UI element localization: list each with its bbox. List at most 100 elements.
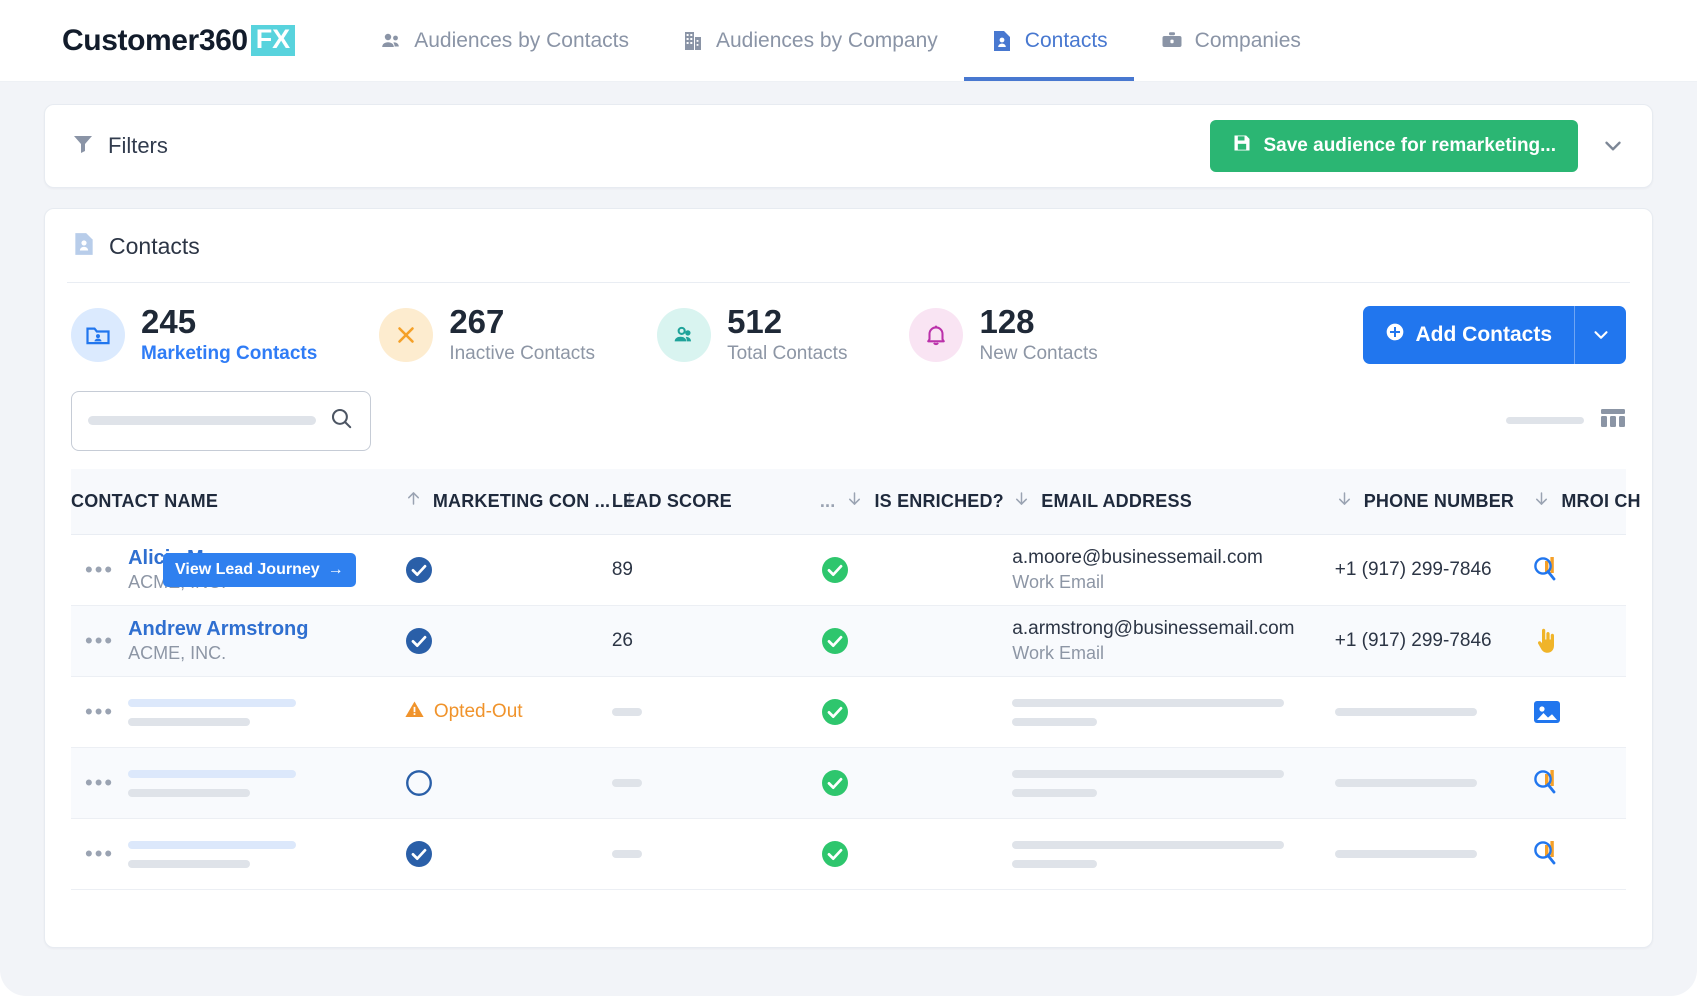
stats-row: 245 Marketing Contacts 267 Inactive Cont… <box>45 283 1652 383</box>
column-header-contact-name[interactable]: CONTACT NAME <box>71 469 404 535</box>
row-menu-button[interactable]: ••• <box>71 557 114 583</box>
checked-circle-icon <box>404 626 612 656</box>
save-icon <box>1232 133 1252 159</box>
filters-panel: Filters Save audience for remarketing... <box>44 104 1653 188</box>
bell-icon <box>909 308 963 362</box>
stat-value: 128 <box>979 305 1097 340</box>
cell-contact-name[interactable]: ••• Alicia Moore ACME, INC. View Lead Jo… <box>71 535 404 606</box>
cell-mroi-chart[interactable] <box>1532 535 1626 606</box>
main-nav: Audiences by Contacts <box>353 0 1327 81</box>
cell-contact-name[interactable]: ••• <box>71 819 404 890</box>
contact-company: ACME, INC. <box>128 642 308 665</box>
chart-search-icon[interactable] <box>1532 555 1626 585</box>
row-menu-button[interactable]: ••• <box>71 841 114 867</box>
app-logo[interactable]: Customer360FX <box>0 0 315 81</box>
building-icon <box>681 29 705 53</box>
name-skeleton <box>128 699 296 707</box>
nav-tab-audiences-by-contacts[interactable]: Audiences by Contacts <box>353 0 655 81</box>
table-row[interactable]: ••• <box>71 677 1626 748</box>
cell-is-enriched <box>820 677 1012 748</box>
page-title: Contacts <box>109 233 200 260</box>
column-label: IS ENRICHED? <box>874 491 1003 512</box>
cell-phone-number: +1 (917) 299-7846 <box>1335 606 1533 677</box>
view-label-skeleton <box>1506 417 1584 424</box>
column-header-mroi-chart[interactable]: MROI CH <box>1532 469 1626 535</box>
stat-label: Total Contacts <box>727 343 847 365</box>
chart-search-icon[interactable] <box>1532 839 1626 869</box>
checked-circle-icon <box>404 839 612 869</box>
stat-marketing-contacts[interactable]: 245 Marketing Contacts <box>71 305 317 365</box>
nav-tab-audiences-by-company[interactable]: Audiences by Company <box>655 0 964 81</box>
sort-desc-icon[interactable] <box>1012 489 1031 513</box>
cell-contact-name[interactable]: ••• Andrew Armstrong ACME, INC. <box>71 606 404 677</box>
cell-email-address: a.armstrong@businessemail.com Work Email <box>1012 606 1334 677</box>
row-menu-button[interactable]: ••• <box>71 628 114 654</box>
cell-marketing-contact[interactable]: Opted-Out <box>404 677 612 748</box>
table-row[interactable]: ••• <box>71 819 1626 890</box>
filters-expand-chevron-down-icon[interactable] <box>1600 133 1626 159</box>
sort-desc-icon[interactable] <box>845 489 864 513</box>
contacts-panel: Contacts 245 Marketing Contacts <box>44 208 1653 948</box>
add-contacts-label: Add Contacts <box>1416 323 1553 347</box>
sort-asc-icon[interactable] <box>404 489 423 513</box>
column-label: PHONE NUMBER <box>1364 491 1514 512</box>
stat-label: New Contacts <box>979 343 1097 365</box>
chart-search-icon[interactable] <box>1532 768 1626 798</box>
add-contacts-chevron-down-icon[interactable] <box>1574 306 1626 364</box>
view-lead-journey-button[interactable]: View Lead Journey → <box>163 553 356 587</box>
column-label: EMAIL ADDRESS <box>1041 491 1192 512</box>
column-header-marketing-contact[interactable]: MARKETING CON ... <box>404 469 612 535</box>
cell-mroi-chart[interactable] <box>1532 677 1626 748</box>
image-icon[interactable] <box>1532 698 1626 726</box>
column-header-email-address[interactable]: EMAIL ADDRESS <box>1012 469 1334 535</box>
cell-email-address <box>1012 819 1334 890</box>
opted-out-status: Opted-Out <box>404 699 612 726</box>
column-header-phone-number[interactable]: PHONE NUMBER <box>1335 469 1533 535</box>
row-menu-button[interactable]: ••• <box>71 770 114 796</box>
sort-desc-icon[interactable] <box>1532 489 1551 513</box>
enriched-check-icon <box>820 768 1012 798</box>
search-placeholder-skeleton <box>88 416 316 425</box>
cell-marketing-contact[interactable] <box>404 748 612 819</box>
cell-marketing-contact[interactable] <box>404 819 612 890</box>
columns-icon[interactable] <box>1600 406 1626 435</box>
cell-contact-name[interactable]: ••• <box>71 677 404 748</box>
filters-header[interactable]: Filters <box>71 132 168 161</box>
email-skeleton <box>1012 841 1284 849</box>
contacts-panel-header: Contacts <box>45 209 1652 282</box>
contacts-table: CONTACT NAME MA <box>71 469 1626 891</box>
table-row[interactable]: ••• Andrew Armstrong ACME, INC. <box>71 606 1626 677</box>
cell-marketing-contact[interactable] <box>404 535 612 606</box>
save-audience-button[interactable]: Save audience for remarketing... <box>1210 120 1578 172</box>
column-header-is-enriched[interactable]: ... IS ENRICHED? <box>820 469 1012 535</box>
cell-mroi-chart[interactable] <box>1532 819 1626 890</box>
nav-tab-companies[interactable]: Companies <box>1134 0 1327 81</box>
table-row[interactable]: ••• <box>71 748 1626 819</box>
column-header-lead-score[interactable]: LEAD SCORE <box>612 469 820 535</box>
email-value: a.moore@businessemail.com <box>1012 546 1334 571</box>
people-icon <box>379 29 403 53</box>
search-input[interactable] <box>71 391 371 451</box>
cell-mroi-chart[interactable] <box>1532 606 1626 677</box>
add-contacts-button[interactable]: Add Contacts <box>1363 306 1575 364</box>
name-skeleton <box>128 841 296 849</box>
filters-actions: Save audience for remarketing... <box>1210 120 1626 172</box>
cell-marketing-contact[interactable] <box>404 606 612 677</box>
stat-new-contacts[interactable]: 128 New Contacts <box>909 305 1097 365</box>
nav-tab-contacts[interactable]: Contacts <box>964 0 1134 81</box>
search-icon[interactable] <box>328 405 354 436</box>
view-controls <box>1506 406 1626 435</box>
cursor-click-icon[interactable] <box>1532 626 1626 656</box>
phone-skeleton <box>1335 850 1477 858</box>
cell-mroi-chart[interactable] <box>1532 748 1626 819</box>
contact-name-link[interactable]: Andrew Armstrong <box>128 617 308 642</box>
cell-contact-name[interactable]: ••• <box>71 748 404 819</box>
stat-inactive-contacts[interactable]: 267 Inactive Contacts <box>379 305 595 365</box>
app-window: Customer360FX Audiences by Contacts <box>0 0 1697 996</box>
row-menu-button[interactable]: ••• <box>71 699 114 725</box>
column-overflow-ellipsis: ... <box>820 491 836 512</box>
sort-desc-icon[interactable] <box>1335 489 1354 513</box>
stat-total-contacts[interactable]: 512 Total Contacts <box>657 305 847 365</box>
table-row[interactable]: ••• Alicia Moore ACME, INC. View Lead Jo… <box>71 535 1626 606</box>
plus-circle-icon <box>1385 322 1405 348</box>
